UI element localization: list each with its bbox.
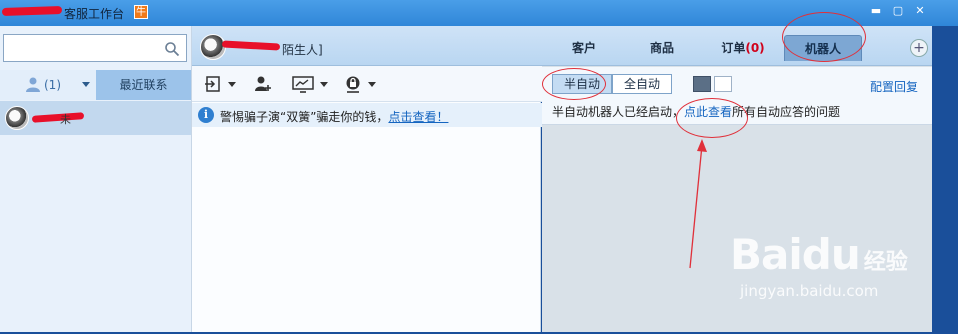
grid-view-icon[interactable] — [693, 76, 711, 92]
chevron-down-icon[interactable] — [320, 82, 328, 87]
tab-customer[interactable]: 客户 — [560, 35, 608, 61]
tab-recent-contacts[interactable]: 最近联系 — [96, 70, 191, 100]
minimize-button[interactable]: ▬ — [868, 4, 884, 18]
contacts-sidebar: (1) 最近联系 未 — [0, 26, 191, 332]
info-tabs: 客户 商品 订单(0) 机器人 + — [542, 26, 932, 66]
order-count: (0) — [745, 41, 765, 55]
contact-name: 未 — [60, 113, 71, 126]
maximize-button[interactable]: ▢ — [890, 4, 906, 18]
transfer-icon[interactable] — [204, 75, 222, 93]
chevron-down-icon[interactable] — [228, 82, 236, 87]
redaction-mark — [1, 5, 63, 17]
add-contact-icon[interactable] — [254, 75, 272, 93]
watermark-url: jingyan.baidu.com — [740, 282, 879, 300]
contact-list-item[interactable]: 未 — [0, 101, 191, 135]
search-icon[interactable] — [164, 41, 180, 57]
screen-share-icon[interactable] — [292, 75, 314, 93]
chat-contact-name: 陌生人] — [282, 43, 323, 57]
annotation-circle — [782, 12, 866, 62]
contact-tabs: (1) 最近联系 — [0, 70, 191, 100]
lock-icon[interactable] — [344, 75, 362, 93]
tab-order[interactable]: 订单(0) — [716, 35, 770, 61]
avatar — [200, 34, 226, 60]
annotation-circle — [676, 98, 748, 138]
window-frame — [932, 26, 958, 334]
tab-product[interactable]: 商品 — [638, 35, 686, 61]
watermark-logo: Baidu — [730, 230, 861, 279]
window-title: 客服工作台 — [64, 7, 125, 21]
baidu-watermark: Baidu 经验 jingyan.baidu.com — [730, 230, 908, 300]
list-view-icon[interactable] — [714, 76, 732, 92]
app-badge-icon: 牛 — [134, 5, 148, 19]
watermark-cn: 经验 — [863, 250, 908, 275]
chevron-down-icon[interactable] — [82, 82, 90, 87]
info-icon: i — [198, 107, 214, 123]
person-icon — [26, 77, 40, 92]
annotation-circle — [542, 68, 606, 100]
notice-link[interactable]: 点击查看！ — [388, 110, 448, 124]
search-input[interactable] — [3, 34, 187, 62]
annotation-arrow — [689, 139, 707, 269]
notice-bar: i 警惕骗子演“双簧”骗走你的钱，点击查看！ — [192, 103, 542, 127]
chevron-down-icon[interactable] — [368, 82, 376, 87]
redaction-mark — [31, 112, 85, 123]
chat-header: 陌生人] — [192, 26, 542, 66]
avatar — [5, 106, 29, 130]
contacts-count: (1) — [44, 78, 61, 92]
add-tab-button[interactable]: + — [910, 39, 928, 57]
chat-toolbar — [192, 66, 542, 102]
config-reply-link[interactable]: 配置回复 — [870, 78, 918, 95]
close-button[interactable]: ✕ — [912, 4, 928, 18]
chat-panel: 陌生人] i 警惕骗子演“双簧”骗走你的钱，点击查看！ — [191, 26, 542, 332]
tab-contacts[interactable]: (1) — [0, 70, 96, 100]
notice-text: 警惕骗子演“双簧”骗走你的钱，点击查看！ — [220, 110, 449, 124]
redaction-mark — [221, 40, 281, 51]
full-auto-button[interactable]: 全自动 — [612, 74, 672, 94]
